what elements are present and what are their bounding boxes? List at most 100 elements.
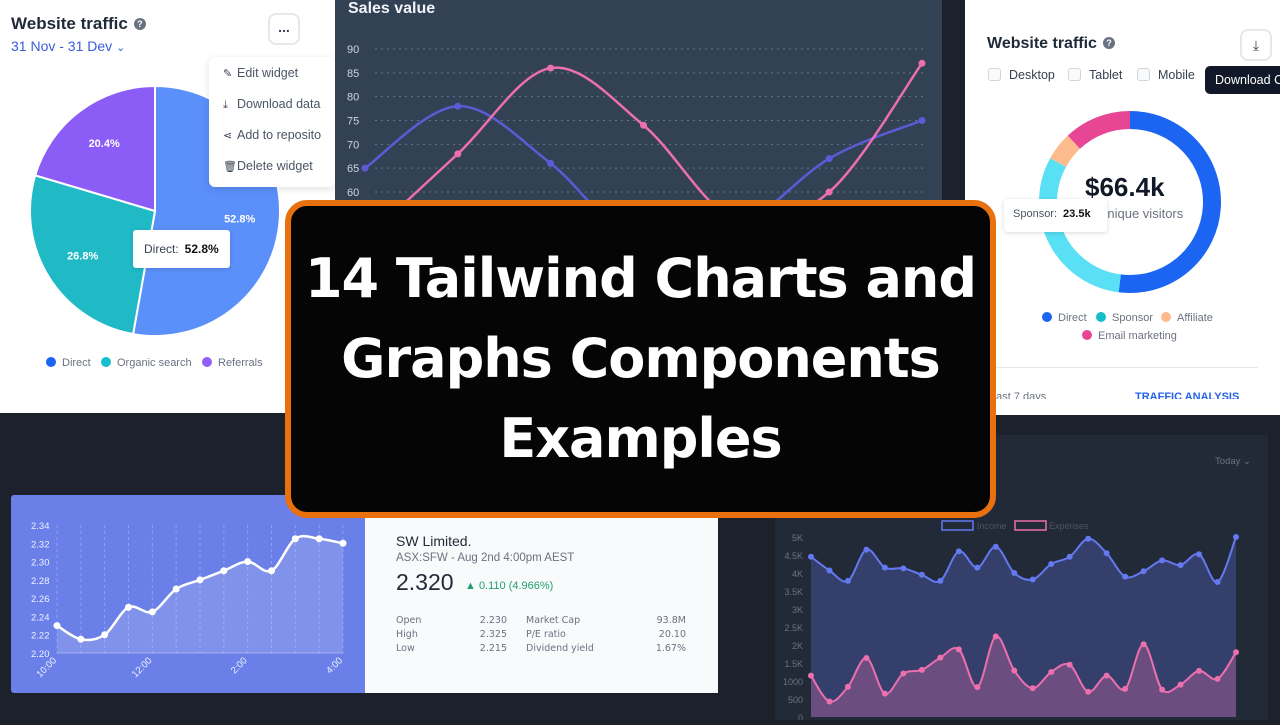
y-tick-label: 5K bbox=[792, 533, 803, 543]
data-point bbox=[1011, 667, 1018, 674]
data-point bbox=[640, 121, 647, 129]
data-point bbox=[826, 698, 833, 705]
x-tick-label: 4:00 bbox=[324, 655, 345, 676]
title-banner: 14 Tailwind Charts and Graphs Components… bbox=[285, 200, 996, 518]
y-tick-label: 85 bbox=[347, 68, 359, 80]
data-point bbox=[148, 608, 156, 616]
legend-direct[interactable]: Direct bbox=[1042, 312, 1087, 324]
y-tick-label: 1000 bbox=[783, 677, 803, 687]
menu-item-delete-widget[interactable]: 🗑Delete widget bbox=[223, 159, 313, 173]
data-point bbox=[844, 577, 851, 584]
data-point bbox=[900, 565, 907, 572]
data-point bbox=[1196, 667, 1203, 674]
y-tick-label: 4K bbox=[792, 569, 803, 579]
data-point bbox=[937, 654, 944, 661]
data-point bbox=[1103, 550, 1110, 557]
share-icon: ⋖ bbox=[223, 130, 233, 142]
data-point bbox=[992, 633, 999, 640]
data-point bbox=[863, 546, 870, 553]
data-point bbox=[881, 690, 888, 697]
y-tick-label: 2.20 bbox=[31, 649, 50, 660]
download-icon: ⤓ bbox=[1252, 37, 1260, 53]
pie-tooltip: Direct: 52.8% bbox=[133, 230, 230, 268]
series-line bbox=[395, 62, 924, 210]
banner-line-2: Graphs Components bbox=[341, 327, 941, 390]
y-tick-label: 1.5K bbox=[784, 659, 803, 669]
y-tick-label: 2.34 bbox=[31, 521, 50, 532]
y-tick-label: 2.30 bbox=[31, 558, 50, 569]
data-point bbox=[1122, 573, 1129, 580]
y-tick-label: 2K bbox=[792, 641, 803, 651]
stock-area-chart: 2.342.322.302.282.262.242.222.2010:00 12:… bbox=[31, 521, 347, 680]
donut-center-label: Unique visitors bbox=[1098, 206, 1184, 221]
data-point bbox=[1066, 661, 1073, 668]
y-tick-label: 0 bbox=[798, 713, 803, 720]
menu-item-edit-widget[interactable]: ✎ Edit widget bbox=[223, 66, 298, 80]
data-point bbox=[1159, 686, 1166, 693]
data-point bbox=[974, 684, 981, 691]
range-select[interactable]: Today ⌄ bbox=[1215, 456, 1251, 467]
legend-direct[interactable]: Direct bbox=[46, 357, 91, 369]
data-point bbox=[268, 567, 275, 575]
stat-label: Low bbox=[396, 643, 415, 654]
data-point bbox=[937, 577, 944, 584]
traffic-analysis-link[interactable]: TRAFFIC ANALYSIS bbox=[1135, 391, 1239, 399]
menu-item-add-to-repository[interactable]: ⋖ Add to reposito bbox=[223, 128, 321, 142]
area-fill bbox=[57, 536, 343, 653]
data-point bbox=[825, 188, 833, 196]
data-point bbox=[900, 670, 907, 677]
legend-email-marketing[interactable]: Email marketing bbox=[1082, 330, 1177, 342]
menu-item-download-data[interactable]: ⤓ Download data bbox=[223, 97, 320, 112]
data-point bbox=[244, 558, 252, 566]
y-tick-label: 70 bbox=[347, 139, 359, 151]
data-point bbox=[220, 567, 228, 575]
download-icon: ⤓ bbox=[223, 99, 228, 111]
donut-tooltip: Sponsor: 23.5k bbox=[1004, 199, 1107, 232]
y-tick-label: 2.26 bbox=[31, 594, 50, 605]
legend-sponsor[interactable]: Sponsor bbox=[1096, 312, 1153, 324]
y-tick-label: 60 bbox=[347, 187, 359, 199]
data-point bbox=[1029, 576, 1036, 583]
pie-slice-label: 20.4% bbox=[89, 138, 120, 150]
pie-slice-label: 52.8% bbox=[224, 213, 255, 225]
data-point bbox=[315, 535, 323, 543]
legend-affiliate[interactable]: Affiliate bbox=[1161, 312, 1213, 324]
donut-segment-email-marketing bbox=[1067, 111, 1131, 149]
data-point bbox=[1233, 649, 1239, 656]
data-point bbox=[454, 102, 462, 110]
data-point bbox=[547, 159, 555, 167]
download-csv-button[interactable]: ⤓ bbox=[1240, 29, 1272, 61]
stat-value: 2.325 bbox=[479, 629, 507, 640]
data-point bbox=[172, 585, 180, 593]
data-point bbox=[1085, 688, 1092, 695]
data-point bbox=[974, 564, 981, 571]
legend-referrals[interactable]: Referrals bbox=[202, 357, 263, 369]
last-7-days-dropdown[interactable]: Last 7 days bbox=[990, 391, 1046, 399]
data-point bbox=[77, 635, 85, 643]
chevron-down-icon: ⌄ bbox=[1243, 456, 1251, 467]
data-point bbox=[361, 164, 369, 172]
data-point bbox=[125, 603, 132, 611]
data-point bbox=[1066, 553, 1073, 560]
stock-info-panel: SW Limited. ASX:SFW - Aug 2nd 4:00pm AES… bbox=[365, 518, 718, 693]
data-point bbox=[918, 571, 925, 578]
data-point bbox=[1048, 561, 1055, 567]
data-point bbox=[918, 59, 926, 67]
banner-line-1: 14 Tailwind Charts and bbox=[304, 247, 977, 310]
legend-dot bbox=[1042, 312, 1052, 322]
sales-line-chart: 60 65 70 75 80 85 90 bbox=[347, 44, 926, 210]
pie-slice-label: 26.8% bbox=[67, 251, 98, 263]
data-point bbox=[1048, 669, 1055, 675]
y-tick-label: 2.28 bbox=[31, 576, 50, 587]
data-point bbox=[825, 155, 833, 163]
data-point bbox=[844, 683, 851, 690]
legend-organic-search[interactable]: Organic search bbox=[101, 357, 192, 369]
divider bbox=[985, 367, 1258, 368]
x-tick-label: 2:00 bbox=[229, 655, 250, 676]
y-tick-label: 80 bbox=[347, 92, 359, 104]
legend-dot bbox=[101, 357, 111, 367]
y-tick-label: 3K bbox=[792, 605, 803, 615]
stock-price: 2.320 bbox=[396, 569, 454, 595]
data-point bbox=[1214, 675, 1221, 682]
data-point bbox=[1177, 562, 1184, 569]
